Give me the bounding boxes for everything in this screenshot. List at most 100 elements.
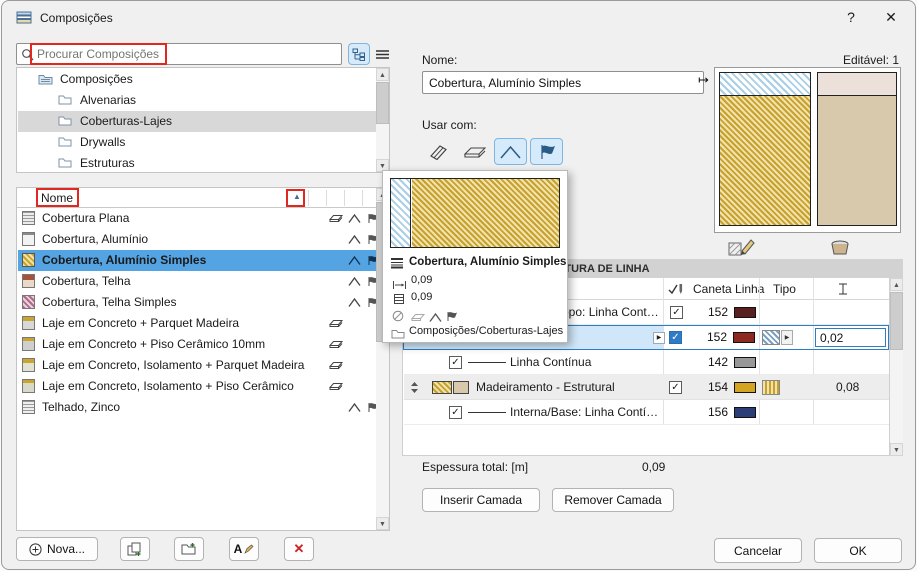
- thickness-column-icon: [837, 282, 849, 301]
- composites-list: Nome ▲ Cobertura Plana Cobertura, Alumín…: [16, 187, 390, 531]
- rename-button[interactable]: A: [229, 537, 259, 561]
- use-with-wall-button[interactable]: [422, 138, 455, 165]
- pen-color-swatch[interactable]: [734, 382, 756, 393]
- tree-item-estruturas[interactable]: Estruturas: [18, 153, 376, 174]
- search-input[interactable]: [37, 45, 337, 63]
- pen-color-swatch[interactable]: [734, 407, 756, 418]
- cancel-button[interactable]: Cancelar: [714, 538, 802, 563]
- list-item[interactable]: Laje em Concreto, Isolamento + Piso Cerâ…: [18, 376, 377, 397]
- list-header[interactable]: Nome ▲: [17, 188, 377, 208]
- row-checkbox[interactable]: ✓: [449, 356, 462, 369]
- list-item-selected[interactable]: Cobertura, Alumínio Simples: [18, 250, 377, 271]
- pen-check-icon: [667, 282, 684, 301]
- pen-color-swatch[interactable]: [733, 332, 755, 343]
- tree-item-drywalls[interactable]: Drywalls: [18, 132, 376, 153]
- scroll-down-icon[interactable]: ▼: [890, 443, 903, 456]
- list-item[interactable]: Laje em Concreto + Parquet Madeira: [18, 313, 377, 334]
- table-row-skin[interactable]: Madeiramento - Estrutural ✓ 154 0,08: [404, 375, 889, 400]
- ok-button[interactable]: OK: [814, 538, 902, 563]
- slab-icon: [329, 360, 343, 374]
- duplicate-button[interactable]: [120, 537, 150, 561]
- sort-arrow-icon[interactable]: ▲: [293, 192, 301, 201]
- composite-tooltip: Cobertura, Alumínio Simples 0,09 0,09 Co…: [382, 170, 568, 343]
- line-type-swatch[interactable]: [762, 330, 780, 345]
- list-item[interactable]: Laje em Concreto, Isolamento + Parquet M…: [18, 355, 377, 376]
- pen-color-swatch[interactable]: [734, 357, 756, 368]
- compositions-dialog: Composições ? ✕ Composições Alvenarias C…: [1, 0, 916, 570]
- fill-type-swatch[interactable]: [762, 380, 780, 395]
- thickness-value: 0,08: [836, 380, 859, 394]
- table-row-line[interactable]: ✓ Interna/Base: Linha Contí… 156: [404, 400, 889, 425]
- composite-layers-icon: [390, 256, 404, 274]
- row-checkbox[interactable]: ✓: [669, 381, 682, 394]
- material-swatch: [22, 400, 35, 414]
- composite-name: Cobertura, Telha Simples: [42, 295, 177, 309]
- tree-item-label: Estruturas: [80, 156, 135, 170]
- composite-name: Laje em Concreto, Isolamento + Parquet M…: [42, 358, 304, 372]
- use-with-label: Usar com:: [422, 118, 477, 132]
- delete-button[interactable]: ✕: [284, 537, 314, 561]
- new-folder-button[interactable]: [174, 537, 204, 561]
- new-button[interactable]: Nova...: [16, 537, 98, 561]
- list-item[interactable]: Cobertura, Telha Simples: [18, 292, 377, 313]
- roof-icon: [348, 276, 361, 290]
- surface-pen-button[interactable]: [828, 237, 858, 261]
- use-with-roof-button[interactable]: [494, 138, 527, 165]
- tree-item-coberturas-lajes[interactable]: Coberturas-Lajes: [18, 111, 376, 132]
- use-with-slab-button[interactable]: [458, 138, 491, 165]
- name-input[interactable]: [422, 71, 704, 94]
- list-item[interactable]: Laje em Concreto + Piso Cerâmico 10mm: [18, 334, 377, 355]
- scroll-up-icon[interactable]: ▲: [890, 278, 903, 291]
- roof-icon: [348, 255, 361, 269]
- rename-letter: A: [234, 542, 243, 556]
- row-checkbox[interactable]: ✓: [670, 306, 683, 319]
- plus-circle-icon: [29, 543, 42, 556]
- close-button[interactable]: ✕: [878, 9, 904, 26]
- preview-surface-core: [817, 95, 897, 226]
- row-checkbox[interactable]: ✓: [449, 406, 462, 419]
- composite-preview[interactable]: [714, 67, 901, 233]
- expander-button[interactable]: ▶: [653, 332, 665, 344]
- line-type-dropdown[interactable]: ▶: [781, 330, 793, 345]
- table-scroll-thumb[interactable]: [890, 292, 903, 350]
- pen-column-header[interactable]: Caneta Linha: [693, 282, 764, 296]
- search-box: [16, 43, 342, 65]
- thickness-input[interactable]: [815, 328, 886, 347]
- list-item[interactable]: Telhado, Zinco: [18, 397, 377, 418]
- tree-view-toggle[interactable]: [348, 43, 370, 65]
- folder-icon: [58, 136, 72, 150]
- tree-item-label: Drywalls: [80, 135, 125, 149]
- drag-handle-icon[interactable]: [410, 381, 419, 399]
- preview-skin-top: [719, 72, 811, 96]
- scroll-up-icon[interactable]: ▲: [376, 68, 389, 81]
- composite-name: Cobertura Plana: [42, 211, 129, 225]
- dialog-title: Composições: [40, 11, 113, 25]
- pen-color-swatch[interactable]: [734, 307, 756, 318]
- row-checkbox[interactable]: ✓: [669, 331, 682, 344]
- cut-fill-pen-button[interactable]: [728, 237, 758, 261]
- remove-skin-button[interactable]: Remover Camada: [552, 488, 674, 512]
- insert-skin-button[interactable]: Inserir Camada: [422, 488, 540, 512]
- row-label: Linha Contínua: [510, 355, 591, 369]
- list-item[interactable]: Cobertura, Alumínio: [18, 229, 377, 250]
- pen-number: 142: [692, 355, 728, 369]
- tree-item-alvenarias[interactable]: Alvenarias: [18, 90, 376, 111]
- insert-skin-label: Inserir Camada: [440, 493, 522, 507]
- list-item[interactable]: Cobertura Plana: [18, 208, 377, 229]
- tree-item-root[interactable]: Composições: [18, 69, 376, 90]
- preview-skin-core: [719, 95, 811, 226]
- composite-name: Laje em Concreto + Piso Cerâmico 10mm: [42, 337, 265, 351]
- ok-label: OK: [849, 544, 866, 558]
- use-with-shell-button[interactable]: [530, 138, 563, 165]
- scroll-down-icon[interactable]: ▼: [376, 517, 389, 530]
- row-label: Madeiramento - Estrutural: [476, 380, 615, 394]
- folder-icon: [58, 94, 72, 108]
- type-column-header[interactable]: Tipo: [773, 282, 796, 296]
- name-column-header[interactable]: Nome: [41, 191, 73, 205]
- help-button[interactable]: ?: [838, 9, 864, 25]
- table-row-line[interactable]: ✓ Linha Contínua 142: [404, 350, 889, 375]
- tree-scroll-thumb[interactable]: [376, 82, 389, 124]
- tree-item-label: Coberturas-Lajes: [80, 114, 172, 128]
- list-view-toggle[interactable]: [372, 43, 392, 65]
- list-item[interactable]: Cobertura, Telha: [18, 271, 377, 292]
